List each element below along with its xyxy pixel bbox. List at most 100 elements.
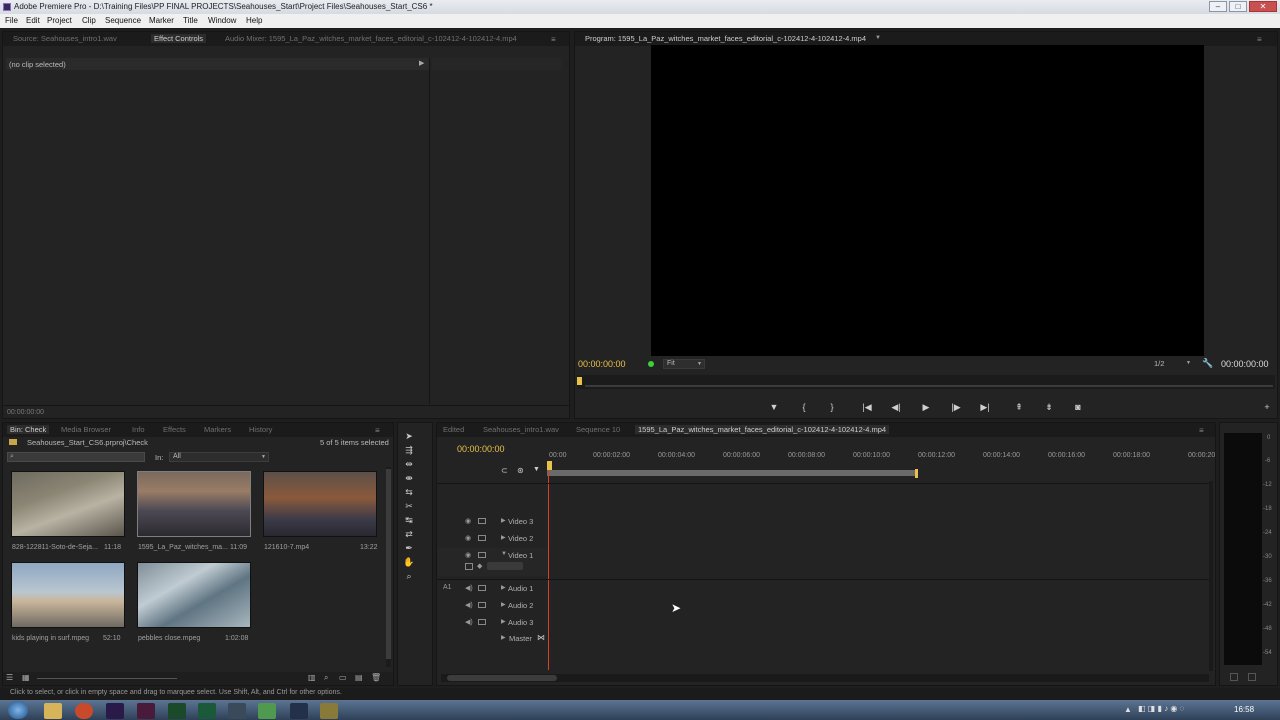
premiere-taskbar-icon[interactable]	[106, 703, 124, 719]
tab-markers[interactable]: Markers	[204, 425, 231, 434]
panel-menu-icon[interactable]: ≡	[1199, 426, 1209, 435]
pen-tool-icon[interactable]: ✒	[402, 543, 416, 555]
clip-thumbnail[interactable]	[137, 471, 251, 537]
program-timecode-current[interactable]: 00:00:00:00	[578, 359, 626, 369]
clear-icon[interactable]: 🗑	[371, 673, 381, 682]
program-dropdown-icon[interactable]: ▼	[875, 35, 881, 41]
menu-marker[interactable]: Marker	[149, 16, 174, 25]
speaker-icon[interactable]: ◀)	[465, 618, 474, 626]
tab-info[interactable]: Info	[132, 425, 145, 434]
track-audio-2[interactable]: ◀) ▶ Audio 2	[437, 598, 547, 614]
rate-stretch-tool-icon[interactable]: ⇆	[402, 487, 416, 499]
app-taskbar-icon[interactable]	[258, 703, 276, 719]
lift-button[interactable]: ⇞	[1009, 399, 1029, 415]
maximize-button[interactable]: □	[1229, 1, 1247, 12]
menu-project[interactable]: Project	[47, 16, 72, 25]
tray-arrow-icon[interactable]: ▲	[1124, 705, 1132, 714]
in-filter-dropdown[interactable]: All ▼	[169, 452, 269, 462]
panel-menu-icon[interactable]: ≡	[375, 426, 385, 435]
button-editor-icon[interactable]: +	[1257, 399, 1277, 415]
program-time-ruler[interactable]	[577, 375, 1275, 389]
lock-icon[interactable]	[478, 585, 486, 591]
menu-sequence[interactable]: Sequence	[105, 16, 141, 25]
timeline-ruler[interactable]: 00:00 00:00:02:00 00:00:04:00 00:00:06:0…	[549, 452, 1215, 464]
extract-button[interactable]: ⇟	[1039, 399, 1059, 415]
tab-history[interactable]: History	[249, 425, 272, 434]
expand-triangle-icon[interactable]: ▶	[501, 534, 506, 541]
clip-thumbnail[interactable]	[263, 471, 377, 537]
close-button[interactable]: ✕	[1249, 1, 1277, 12]
clip-thumbnail[interactable]	[137, 562, 251, 628]
eye-icon[interactable]: ◉	[465, 517, 474, 525]
eye-icon[interactable]: ◉	[465, 534, 474, 542]
list-view-icon[interactable]: ☰	[6, 673, 13, 682]
solo-button[interactable]	[1230, 673, 1238, 681]
razor-tool-icon[interactable]: ✂	[402, 501, 416, 513]
zoom-scrollbar[interactable]	[585, 385, 1273, 387]
track-select-tool-icon[interactable]: ⇶	[402, 445, 416, 457]
timeline-timecode[interactable]: 00:00:00:00	[457, 444, 505, 454]
track-video-1[interactable]: ◉ ▼ Video 1 ◆	[437, 548, 547, 576]
linked-selection-icon[interactable]: ⊛	[517, 466, 524, 475]
mark-out-button[interactable]: }	[822, 399, 842, 415]
expand-triangle-icon[interactable]: ▶	[501, 634, 506, 641]
speaker-icon[interactable]: ◀)	[465, 601, 474, 609]
tab-seahouses-intro[interactable]: Seahouses_intro1.wav	[483, 425, 559, 434]
mark-in-button[interactable]: {	[794, 399, 814, 415]
timeline-vertical-scrollbar[interactable]	[1209, 481, 1213, 671]
panel-menu-icon[interactable]: ≡	[1257, 35, 1267, 44]
tab-audio-mixer[interactable]: Audio Mixer: 1595_La_Paz_witches_market_…	[225, 34, 517, 43]
clip-thumbnail[interactable]	[11, 471, 125, 537]
tab-la-paz-sequence[interactable]: 1595_La_Paz_witches_market_faces_editori…	[635, 425, 890, 434]
timeline-horizontal-scrollbar[interactable]	[441, 674, 1209, 682]
lock-icon[interactable]	[478, 552, 486, 558]
track-audio-3[interactable]: ◀) ▶ Audio 3	[437, 615, 547, 631]
hand-tool-icon[interactable]: ✋	[402, 557, 416, 569]
lock-icon[interactable]	[478, 518, 486, 524]
keyframe-icon[interactable]: ◆	[477, 562, 482, 570]
work-area-bar[interactable]	[547, 470, 917, 476]
rolling-edit-tool-icon[interactable]: ⇼	[402, 473, 416, 485]
expand-triangle-icon[interactable]: ▶	[501, 517, 506, 524]
app-taskbar-icon[interactable]	[228, 703, 246, 719]
menu-edit[interactable]: Edit	[26, 16, 40, 25]
automate-to-sequence-icon[interactable]: ▥	[308, 673, 316, 682]
tab-source[interactable]: Source: Seahouses_intro1.wav	[13, 34, 117, 43]
export-frame-button[interactable]: ◙	[1068, 399, 1088, 415]
fit-dropdown[interactable]: Fit ▼	[663, 359, 705, 369]
zoom-tool-icon[interactable]: ⌕	[402, 571, 416, 583]
app-taskbar-icon[interactable]	[320, 703, 338, 719]
collapse-triangle-icon[interactable]: ▼	[501, 551, 507, 557]
display-style-icon[interactable]	[465, 563, 473, 570]
minimize-button[interactable]: –	[1209, 1, 1227, 12]
expand-triangle-icon[interactable]: ▶	[501, 618, 506, 625]
explorer-taskbar-icon[interactable]	[44, 703, 62, 719]
expand-arrow-icon[interactable]: ▶	[419, 59, 424, 67]
menu-clip[interactable]: Clip	[82, 16, 96, 25]
clock[interactable]: 16:58	[1234, 705, 1254, 714]
step-back-button[interactable]: ◀|	[886, 399, 906, 415]
expand-triangle-icon[interactable]: ▶	[501, 601, 506, 608]
add-marker-icon[interactable]: ▼	[533, 466, 540, 473]
firefox-taskbar-icon[interactable]	[75, 703, 93, 719]
speaker-icon[interactable]: ◀)	[465, 584, 474, 592]
audition-taskbar-icon[interactable]	[168, 703, 186, 719]
tab-program[interactable]: Program: 1595_La_Paz_witches_market_face…	[585, 34, 866, 43]
tab-edited[interactable]: Edited	[443, 425, 464, 434]
project-scrollbar[interactable]	[386, 467, 391, 667]
menu-help[interactable]: Help	[246, 16, 262, 25]
expand-triangle-icon[interactable]: ▶	[501, 584, 506, 591]
search-input[interactable]: ⌕	[7, 452, 145, 462]
selection-tool-icon[interactable]: ➤	[402, 431, 416, 443]
go-to-in-button[interactable]: |◀	[857, 399, 877, 415]
snap-icon[interactable]: ⊂	[501, 466, 508, 475]
track-video-2[interactable]: ◉ ▶ Video 2	[437, 531, 547, 547]
playhead-handle[interactable]	[547, 461, 552, 470]
tab-media-browser[interactable]: Media Browser	[61, 425, 111, 434]
panel-menu-icon[interactable]: ≡	[551, 35, 561, 44]
track-audio-1[interactable]: ◀) ▶ Audio 1	[437, 581, 547, 597]
icon-view-icon[interactable]: ▦	[22, 673, 30, 682]
ripple-edit-tool-icon[interactable]: ⇹	[402, 459, 416, 471]
play-button[interactable]: ▶	[916, 399, 936, 415]
tab-effects[interactable]: Effects	[163, 425, 186, 434]
